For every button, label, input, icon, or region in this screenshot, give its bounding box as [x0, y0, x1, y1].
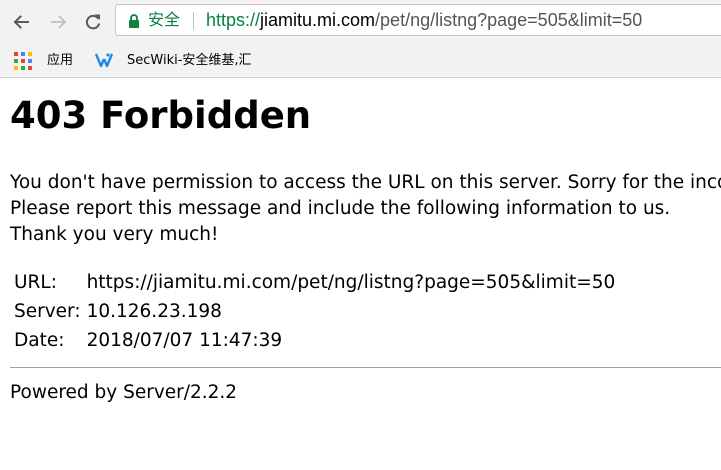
url-path: /pet/ng/listng?page=505&limit=50: [375, 10, 643, 30]
back-button[interactable]: [7, 8, 35, 36]
info-key: Server:: [14, 301, 81, 322]
request-info-table: URL: https://jiamitu.mi.com/pet/ng/listn…: [12, 268, 619, 355]
forward-arrow-icon: [49, 12, 69, 32]
page-content: 403 Forbidden You don't have permission …: [0, 78, 721, 470]
secwiki-bookmark[interactable]: SecWiki-安全维基,汇: [127, 52, 265, 70]
url-text[interactable]: https://jiamitu.mi.com/pet/ng/listng?pag…: [206, 9, 642, 31]
horizontal-divider: [10, 367, 721, 368]
message-line: Thank you very much!: [10, 224, 219, 245]
message-line: You don't have permission to access the …: [10, 172, 721, 193]
address-divider: [193, 12, 194, 30]
error-message: You don't have permission to access the …: [10, 170, 721, 248]
bookmarks-bar: 应用 SecWiki-安全维基,汇: [0, 44, 721, 78]
info-row-url: URL: https://jiamitu.mi.com/pet/ng/listn…: [12, 268, 619, 297]
back-arrow-icon: [11, 12, 31, 32]
address-bar[interactable]: 安全 https://jiamitu.mi.com/pet/ng/listng?…: [115, 4, 721, 36]
forward-button[interactable]: [45, 8, 73, 36]
secure-label[interactable]: 安全: [148, 10, 180, 30]
info-key: Date:: [14, 330, 65, 351]
server-footer: Powered by Server/2.2.2: [10, 382, 238, 403]
apps-bookmark[interactable]: 应用: [47, 52, 73, 70]
page-title: 403 Forbidden: [10, 94, 312, 137]
info-value: 2018/07/07 11:47:39: [86, 330, 283, 351]
reload-icon: [83, 12, 103, 32]
message-line: Please report this message and include t…: [10, 198, 671, 219]
info-row-server: Server: 10.126.23.198: [12, 297, 619, 326]
url-scheme: https://: [206, 10, 261, 30]
info-value: https://jiamitu.mi.com/pet/ng/listng?pag…: [86, 272, 616, 293]
lock-icon[interactable]: [128, 13, 140, 28]
secwiki-favicon-icon[interactable]: [94, 51, 114, 71]
browser-toolbar: 安全 https://jiamitu.mi.com/pet/ng/listng?…: [0, 0, 721, 44]
apps-grid-icon[interactable]: [14, 52, 32, 70]
info-row-date: Date: 2018/07/07 11:47:39: [12, 326, 619, 355]
reload-button[interactable]: [79, 8, 107, 36]
url-host: jiamitu.mi.com: [260, 10, 376, 30]
info-value: 10.126.23.198: [86, 301, 222, 322]
info-key: URL:: [14, 272, 57, 293]
